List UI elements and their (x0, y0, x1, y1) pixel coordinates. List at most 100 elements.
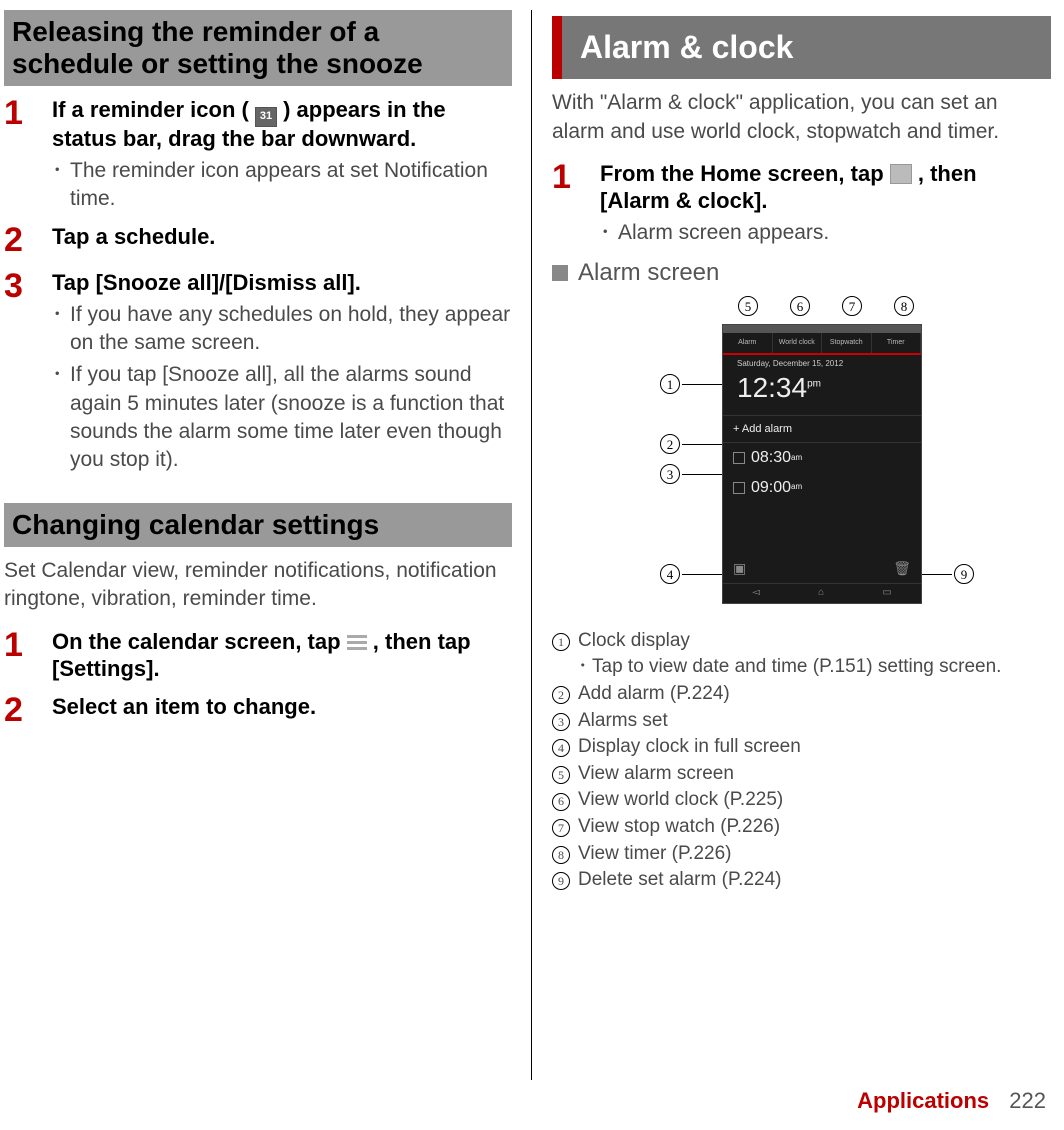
heading-releasing: Releasing the reminder of a schedule or … (4, 10, 512, 86)
sub-heading: Alarm screen (578, 257, 719, 289)
callout-2: 2 (660, 434, 680, 456)
fullscreen-icon: ▣ (733, 559, 746, 578)
legend-sub-1: ･Tap to view date and time (P.151) setti… (578, 654, 1051, 680)
bullet-text: The reminder icon appears at set Notific… (70, 157, 512, 214)
calendar-icon: 31 (255, 107, 277, 127)
step-number: 1 (4, 628, 52, 683)
page-footer: Applications 222 (857, 1086, 1046, 1116)
bullet: ･ Alarm screen appears. (600, 219, 1051, 247)
step-r1: 1 From the Home screen, tap , then [Alar… (552, 160, 1051, 247)
sub-heading-row: Alarm screen (552, 257, 1051, 289)
legend-item-7: 7View stop watch (P.226) (552, 814, 1051, 840)
step-1: 1 If a reminder icon ( 31 ) appears in t… (4, 96, 512, 213)
bullet-dot: ･ (52, 157, 70, 214)
step-number: 1 (552, 160, 600, 247)
tab-alarm: Alarm (723, 333, 773, 353)
legend-item-2: 2Add alarm (P.224) (552, 681, 1051, 707)
phone-nav-bar: ◅ ⌂ ▭ (723, 583, 921, 603)
callout-line (682, 474, 726, 476)
clock-time: 12:34pm (737, 369, 921, 407)
text: On the calendar screen, tap (52, 629, 347, 654)
tab-worldclock: World clock (773, 333, 823, 353)
intro-text: With "Alarm & clock" application, you ca… (552, 89, 1051, 146)
bullet-text: If you have any schedules on hold, they … (70, 301, 512, 358)
bullet: ･ If you tap [Snooze all], all the alarm… (52, 361, 512, 474)
clock-display: Saturday, December 15, 2012 12:34pm (723, 355, 921, 415)
checkbox-icon (733, 482, 745, 494)
phone-screenshot: Alarm World clock Stopwatch Timer Saturd… (722, 324, 922, 604)
legend-item-4: 4Display clock in full screen (552, 734, 1051, 760)
callout-4: 4 (660, 564, 680, 586)
legend-text: View alarm screen (578, 761, 734, 787)
step-number: 1 (4, 96, 52, 213)
legend-text: Display clock in full screen (578, 734, 801, 760)
home-icon: ⌂ (818, 586, 824, 600)
heading-changing: Changing calendar settings (4, 503, 512, 547)
time-ampm: pm (807, 379, 821, 390)
legend-text: Clock display (578, 628, 690, 654)
bullet-text: Alarm screen appears. (618, 219, 829, 247)
callout-1: 1 (660, 374, 680, 396)
footer-section: Applications (857, 1088, 989, 1113)
legend-item-6: 6View world clock (P.225) (552, 787, 1051, 813)
alarm-time: 08:30 (751, 447, 791, 469)
step-title: From the Home screen, tap , then [Alarm … (600, 160, 1051, 215)
step-b2: 2 Select an item to change. (4, 693, 512, 729)
step-number: 2 (4, 693, 52, 729)
footer-page-number: 222 (1009, 1088, 1046, 1113)
callout-3: 3 (660, 464, 680, 486)
add-alarm-row: + Add alarm (723, 415, 921, 444)
legend: 1Clock display ･Tap to view date and tim… (552, 628, 1051, 893)
callout-line (682, 384, 726, 386)
bullet-dot: ･ (52, 361, 70, 474)
time-value: 12:34 (737, 372, 807, 403)
section-title-alarm: Alarm & clock (552, 16, 1051, 79)
tab-stopwatch: Stopwatch (822, 333, 872, 353)
legend-item-5: 5View alarm screen (552, 761, 1051, 787)
step-title: Tap a schedule. (52, 223, 512, 251)
bullet-dot: ･ (600, 219, 618, 247)
legend-text: View stop watch (P.226) (578, 814, 780, 840)
bullet-dot: ･ (52, 301, 70, 358)
step-number: 3 (4, 269, 52, 475)
callout-9: 9 (954, 564, 974, 586)
legend-item-3: 3Alarms set (552, 708, 1051, 734)
legend-text: View world clock (P.225) (578, 787, 783, 813)
text: From the Home screen, tap (600, 161, 890, 186)
alarm-row-2: 09:00am (723, 473, 921, 503)
apps-grid-icon (890, 164, 912, 184)
step-title: If a reminder icon ( 31 ) appears in the… (52, 96, 512, 152)
bullet: ･ The reminder icon appears at set Notif… (52, 157, 512, 214)
legend-text: Add alarm (P.224) (578, 681, 730, 707)
callout-6: 6 (790, 296, 810, 318)
clock-date: Saturday, December 15, 2012 (737, 355, 921, 370)
step-title: Tap [Snooze all]/[Dismiss all]. (52, 269, 512, 297)
step-title: On the calendar screen, tap , then tap [… (52, 628, 512, 683)
phone-tabs: Alarm World clock Stopwatch Timer (723, 333, 921, 355)
step-title: Select an item to change. (52, 693, 512, 721)
legend-text: Alarms set (578, 708, 668, 734)
checkbox-icon (733, 452, 745, 464)
recent-icon: ▭ (882, 586, 891, 600)
callout-7: 7 (842, 296, 862, 318)
square-bullet-icon (552, 265, 568, 281)
callout-8: 8 (894, 296, 914, 318)
menu-icon (347, 635, 367, 651)
phone-status-bar (723, 325, 921, 333)
legend-text: View timer (P.226) (578, 841, 731, 867)
tab-timer: Timer (872, 333, 922, 353)
step-3: 3 Tap [Snooze all]/[Dismiss all]. ･ If y… (4, 269, 512, 475)
step-b1: 1 On the calendar screen, tap , then tap… (4, 628, 512, 683)
phone-bottom-bar: ▣ 🗑 (723, 557, 921, 581)
alarm-row-1: 08:30am (723, 443, 921, 473)
trash-icon: 🗑 (893, 559, 911, 578)
alarm-screen-diagram: 5 6 7 8 1 2 3 4 9 Alarm Worl (552, 296, 1051, 626)
legend-item-1: 1Clock display (552, 628, 1051, 654)
legend-text: Delete set alarm (P.224) (578, 867, 781, 893)
alarm-ampm: am (791, 482, 802, 493)
callout-5: 5 (738, 296, 758, 318)
step-2: 2 Tap a schedule. (4, 223, 512, 259)
legend-subtext: Tap to view date and time (P.151) settin… (592, 654, 1001, 680)
alarm-ampm: am (791, 453, 802, 464)
back-icon: ◅ (752, 586, 760, 600)
